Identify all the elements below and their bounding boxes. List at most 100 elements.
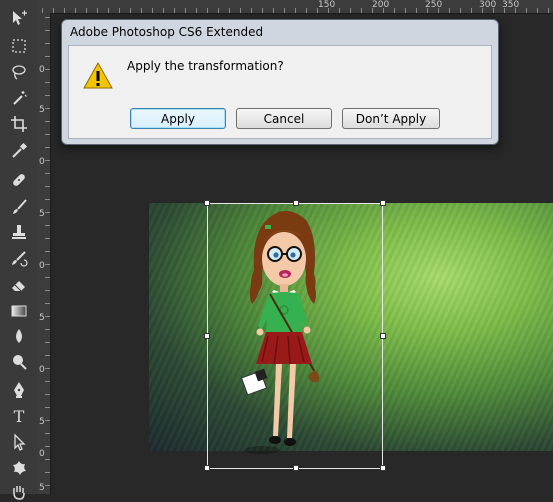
eyedropper-icon[interactable] [7, 141, 31, 161]
ruler-label: 0 [39, 449, 45, 459]
type-icon[interactable]: T [7, 406, 31, 426]
ruler-tick [45, 355, 50, 356]
ruler-tick [45, 472, 50, 473]
gradient-icon[interactable] [7, 301, 31, 321]
apply-transform-dialog: Adobe Photoshop CS6 Extended Apply the t… [61, 19, 499, 145]
transform-handle-bottom-left[interactable] [204, 465, 210, 471]
ruler-tick [306, 8, 307, 13]
transform-handle-top-left[interactable] [204, 200, 210, 206]
ruler-tick [207, 8, 208, 13]
ruler-tick [460, 8, 461, 13]
brush-icon[interactable] [7, 197, 31, 217]
path-selection-icon[interactable] [7, 432, 31, 452]
ruler-label: 0 [39, 365, 45, 375]
ruler-label: 200 [372, 0, 390, 10]
ruler-label: 0 [39, 261, 45, 271]
ruler-label: 0 [39, 157, 45, 167]
ruler-tick [427, 8, 428, 13]
ruler-tick [45, 342, 50, 343]
warning-icon [83, 62, 113, 89]
ruler-tick [317, 8, 318, 13]
ruler-tick [45, 381, 50, 382]
ruler-tick [86, 8, 87, 13]
custom-shape-icon[interactable] [7, 458, 31, 478]
tools-panel: T [0, 0, 38, 500]
transform-bounding-box[interactable] [204, 200, 386, 471]
ruler-tick [45, 43, 50, 44]
ruler-tick [295, 8, 296, 13]
ruler-tick [108, 8, 109, 13]
ruler-tick [45, 316, 50, 317]
clone-stamp-icon[interactable] [7, 222, 31, 242]
eraser-icon[interactable] [7, 275, 31, 295]
dodge-icon[interactable] [7, 352, 31, 372]
ruler-tick [45, 173, 50, 174]
lasso-icon[interactable] [7, 62, 31, 82]
ruler-tick [45, 82, 50, 83]
ruler-tick [471, 8, 472, 13]
svg-text:T: T [14, 407, 25, 425]
ruler-tick [449, 8, 450, 13]
ruler-tick [45, 147, 50, 148]
ruler-tick [45, 433, 50, 434]
ruler-tick [482, 8, 483, 13]
dialog-message: Apply the transformation? [127, 59, 284, 73]
ruler-tick [45, 394, 50, 395]
ruler-label: 5 [39, 313, 45, 323]
ruler-label: 5 [39, 417, 45, 427]
transform-handle-bottom[interactable] [293, 465, 299, 471]
ruler-tick [45, 407, 50, 408]
magic-wand-icon[interactable] [7, 88, 31, 108]
ruler-tick [372, 8, 373, 13]
ruler-tick [130, 8, 131, 13]
ruler-tick [504, 8, 505, 13]
crop-icon[interactable] [7, 114, 31, 134]
ruler-label: 5 [39, 209, 45, 219]
ruler-tick [273, 8, 274, 13]
apply-button[interactable]: Apply [130, 108, 226, 129]
transform-handle-bottom-right[interactable] [380, 465, 386, 471]
ruler-top[interactable]: 150 200 250 300 350 [37, 0, 553, 14]
ruler-tick [394, 8, 395, 13]
ruler-tick [45, 225, 50, 226]
ruler-tick [45, 134, 50, 135]
ruler-tick [537, 8, 538, 13]
ruler-tick [119, 8, 120, 13]
transform-handle-right[interactable] [380, 333, 386, 339]
healing-brush-icon[interactable] [7, 170, 31, 190]
ruler-tick [526, 8, 527, 13]
ruler-tick [361, 8, 362, 13]
ruler-tick [45, 160, 50, 161]
ruler-tick [45, 368, 50, 369]
ruler-left[interactable]: 0 5 0 5 0 5 0 5 0 5 [37, 13, 51, 494]
ruler-tick [45, 95, 50, 96]
blur-icon[interactable] [7, 326, 31, 346]
ruler-tick [174, 8, 175, 13]
cancel-button[interactable]: Cancel [236, 108, 332, 129]
pen-icon[interactable] [7, 380, 31, 400]
ruler-tick [45, 277, 50, 278]
ruler-tick [45, 251, 50, 252]
ruler-tick [97, 8, 98, 13]
move-icon[interactable] [7, 8, 31, 28]
transform-handle-top-right[interactable] [380, 200, 386, 206]
hand-icon[interactable] [7, 482, 31, 502]
ruler-tick [45, 264, 50, 265]
ruler-tick [515, 8, 516, 13]
marquee-icon[interactable] [7, 36, 31, 56]
ruler-tick [45, 17, 50, 18]
ruler-tick [45, 303, 50, 304]
ruler-tick [251, 8, 252, 13]
ruler-label: 5 [39, 483, 45, 493]
ruler-label: 5 [39, 105, 45, 115]
ruler-tick [350, 8, 351, 13]
transform-handle-left[interactable] [204, 333, 210, 339]
ruler-tick [163, 8, 164, 13]
ruler-tick [339, 8, 340, 13]
dont-apply-button[interactable]: Don’t Apply [342, 108, 440, 129]
ruler-tick [328, 8, 329, 13]
history-brush-icon[interactable] [7, 249, 31, 269]
ruler-tick [45, 30, 50, 31]
ruler-tick [152, 8, 153, 13]
transform-handle-top[interactable] [293, 200, 299, 206]
